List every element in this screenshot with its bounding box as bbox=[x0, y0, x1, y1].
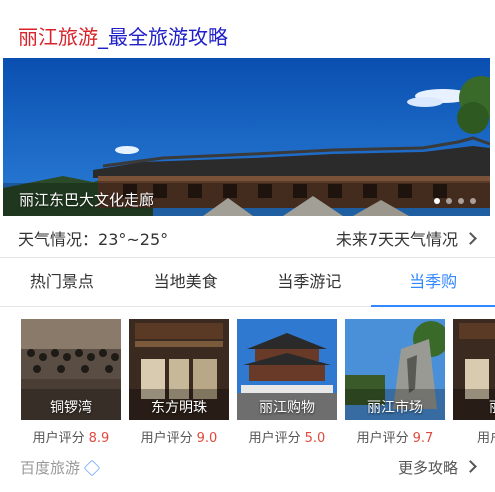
card-rating: 用户评分 8.9 bbox=[21, 427, 121, 446]
shopping-card-list: 铜锣湾 用户评分 8.9 东方明珠 用户评分 9.0 丽江购物 用户评分 5.0… bbox=[21, 319, 495, 449]
more-guides-link[interactable]: 更多攻略 bbox=[397, 457, 477, 478]
tab-popular-spots[interactable]: 热门景点 bbox=[0, 258, 124, 306]
brand-logo[interactable]: 百度旅游 bbox=[20, 457, 101, 478]
title-subtitle: _最全旅游攻略 bbox=[98, 25, 228, 49]
title-city: 丽江旅游 bbox=[18, 25, 98, 49]
weather-temperature: 23°~25° bbox=[98, 230, 169, 249]
card-rating: 用户评分 9.7 bbox=[345, 427, 445, 446]
pagination-dot[interactable] bbox=[446, 198, 452, 204]
rating-label: 用户评分 bbox=[140, 431, 193, 446]
rating-label: 用户评分 bbox=[248, 431, 301, 446]
card-title: 铜锣湾 bbox=[50, 400, 92, 416]
pagination-dot[interactable] bbox=[458, 198, 464, 204]
card-rating: 用户评分 5.0 bbox=[237, 427, 337, 446]
card-image: 丽江 bbox=[453, 319, 495, 420]
rating-value: 8.9 bbox=[88, 431, 110, 446]
footer: 百度旅游 更多攻略 bbox=[0, 452, 495, 482]
card-title: 丽江市场 bbox=[367, 400, 423, 416]
card-title: 丽江 bbox=[453, 397, 495, 417]
rating-value: 9.7 bbox=[412, 431, 434, 446]
forecast-link[interactable]: 未来7天天气情况 bbox=[335, 226, 477, 250]
banner-pagination[interactable] bbox=[434, 198, 476, 204]
pagination-dot[interactable] bbox=[470, 198, 476, 204]
tab-travel-notes[interactable]: 当季游记 bbox=[248, 258, 372, 306]
weather-label: 天气情况： bbox=[18, 230, 99, 249]
card-title: 东方明珠 bbox=[151, 400, 207, 416]
rating-label: 用户评分 bbox=[356, 431, 409, 446]
more-guides-label: 更多攻略 bbox=[397, 459, 458, 477]
pagination-dot[interactable] bbox=[434, 198, 440, 204]
place-card[interactable]: 丽江 用户评分 bbox=[453, 319, 495, 446]
page-title[interactable]: 丽江旅游_最全旅游攻略 bbox=[18, 22, 228, 52]
place-card[interactable]: 东方明珠 用户评分 9.0 bbox=[129, 319, 229, 446]
rating-value: 9.0 bbox=[196, 431, 218, 446]
card-title: 丽江购物 bbox=[259, 400, 315, 416]
hero-banner[interactable]: 丽江东巴大文化走廊 bbox=[3, 58, 490, 216]
rating-label: 用户评分 bbox=[476, 431, 495, 446]
tab-seasonal-shopping[interactable]: 当季购 bbox=[371, 258, 495, 307]
card-rating: 用户评分 9.0 bbox=[129, 427, 229, 446]
place-card[interactable]: 丽江购物 用户评分 5.0 bbox=[237, 319, 337, 446]
rating-value: 5.0 bbox=[304, 431, 326, 446]
place-card[interactable]: 丽江市场 用户评分 9.7 bbox=[345, 319, 445, 446]
chevron-right-icon bbox=[464, 460, 477, 473]
rating-label: 用户评分 bbox=[32, 431, 85, 446]
card-image: 丽江购物 bbox=[237, 319, 337, 420]
forecast-link-label: 未来7天天气情况 bbox=[335, 230, 458, 249]
tab-local-food[interactable]: 当地美食 bbox=[124, 258, 248, 306]
chevron-right-icon bbox=[464, 232, 477, 245]
brand-name: 百度旅游 bbox=[20, 459, 81, 477]
card-image: 东方明珠 bbox=[129, 319, 229, 420]
category-tabs: 热门景点 当地美食 当季游记 当季购 bbox=[0, 257, 495, 307]
card-image: 铜锣湾 bbox=[21, 319, 121, 420]
place-card[interactable]: 铜锣湾 用户评分 8.9 bbox=[21, 319, 121, 446]
weather-summary: 天气情况：23°~25° bbox=[18, 226, 168, 250]
brand-icon bbox=[83, 459, 101, 476]
card-rating: 用户评分 bbox=[453, 427, 495, 446]
banner-caption: 丽江东巴大文化走廊 bbox=[19, 191, 155, 209]
weather-row: 天气情况：23°~25° 未来7天天气情况 bbox=[0, 218, 495, 256]
card-image: 丽江市场 bbox=[345, 319, 445, 420]
